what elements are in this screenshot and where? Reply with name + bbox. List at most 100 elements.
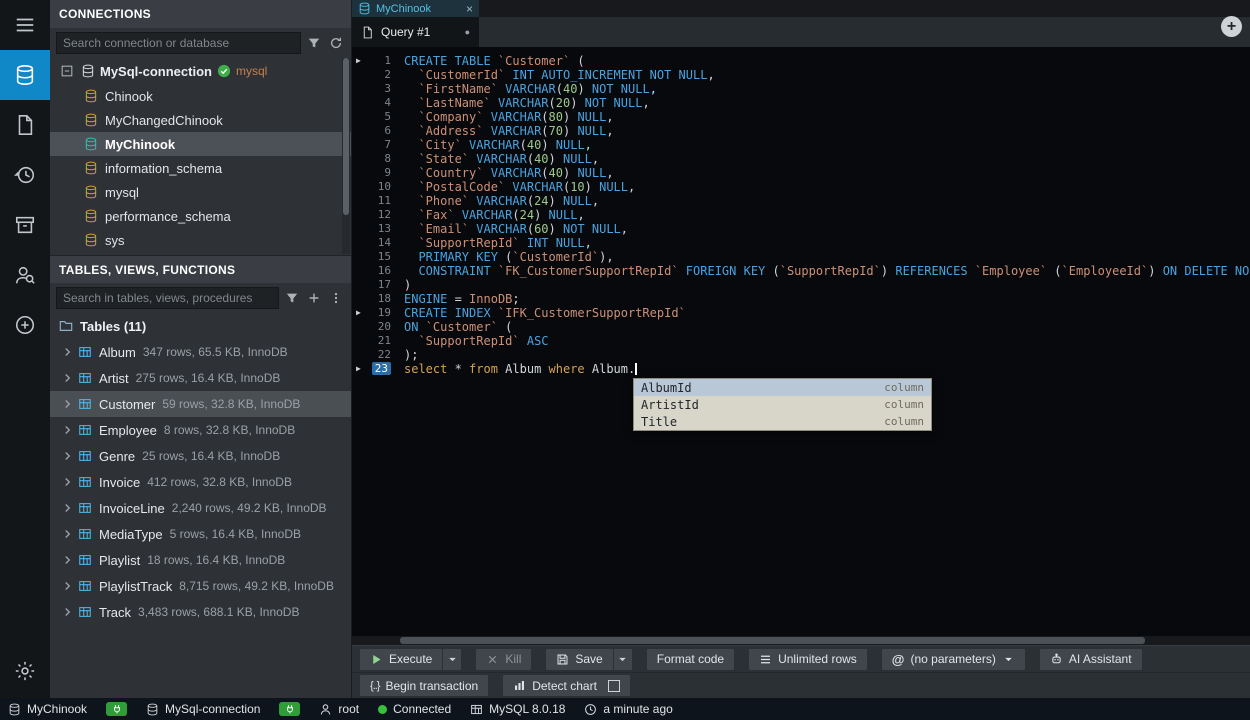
code-text: )	[400, 278, 411, 292]
rail-databases-button[interactable]	[0, 50, 50, 100]
connections-scrollbar[interactable]	[342, 58, 350, 254]
rail-add-connection-button[interactable]	[0, 300, 50, 350]
execute-label: Execute	[389, 652, 432, 666]
sql-editor[interactable]: ▶1CREATE TABLE `Customer` (2 `CustomerId…	[352, 47, 1250, 636]
autocomplete-item-Title[interactable]: Titlecolumn	[634, 413, 931, 430]
tables-group-label: Tables (11)	[80, 319, 146, 334]
connections-search-input[interactable]	[56, 32, 301, 54]
chevron-right-icon[interactable]	[60, 527, 75, 541]
detect-chart-checkbox[interactable]	[608, 680, 620, 692]
autocomplete-item-ArtistId[interactable]: ArtistIdcolumn	[634, 396, 931, 413]
collapse-icon[interactable]	[57, 62, 76, 81]
filter-icon[interactable]	[304, 34, 323, 53]
sidebar-table-MediaType[interactable]: MediaType5 rows, 16.4 KB, InnoDB	[50, 521, 351, 547]
sidebar-table-Playlist[interactable]: Playlist18 rows, 16.4 KB, InnoDB	[50, 547, 351, 573]
chevron-right-icon[interactable]	[60, 423, 75, 437]
rail-history-button[interactable]	[0, 150, 50, 200]
chevron-right-icon[interactable]	[60, 449, 75, 463]
scrollbar-thumb[interactable]	[343, 58, 349, 215]
execute-options-button[interactable]	[442, 649, 461, 670]
main-area: MyChinook × Query #1 ● + ▶1CREATE TABLE …	[352, 0, 1250, 698]
code-line-15: 15 PRIMARY KEY (`CustomerId`),	[352, 250, 1250, 264]
connection-item-mysql-connection[interactable]: MySql-connection mysql	[50, 58, 351, 84]
kill-label: Kill	[505, 652, 521, 666]
statusbar-connection[interactable]: MySql-connection	[146, 702, 260, 716]
tables-search-input[interactable]	[56, 287, 279, 309]
rail-menu-button[interactable]	[0, 0, 50, 50]
statement-marker[interactable]: ▶	[352, 306, 367, 320]
statusbar-refresh-time[interactable]: a minute ago	[584, 702, 672, 716]
rows-icon	[759, 653, 772, 666]
tab-query-1[interactable]: Query #1 ●	[352, 17, 479, 47]
table-icon	[78, 345, 92, 359]
code-text: `FirstName` VARCHAR(40) NOT NULL,	[400, 82, 657, 96]
statusbar-database[interactable]: MyChinook	[8, 702, 87, 716]
sidebar-table-Employee[interactable]: Employee8 rows, 32.8 KB, InnoDB	[50, 417, 351, 443]
chevron-right-icon[interactable]	[60, 397, 75, 411]
scrollbar-thumb[interactable]	[400, 637, 1145, 644]
table-name: Playlist	[99, 553, 140, 568]
statement-marker[interactable]: ▶	[352, 54, 367, 68]
kebab-menu-icon[interactable]	[326, 289, 345, 308]
sidebar-table-Customer[interactable]: Customer59 rows, 32.8 KB, InnoDB	[50, 391, 351, 417]
save-options-button[interactable]	[613, 649, 632, 670]
chevron-right-icon[interactable]	[60, 579, 75, 593]
sidebar-database-MyChinook[interactable]: MyChinook	[50, 132, 351, 156]
rail-user-search-button[interactable]	[0, 250, 50, 300]
table-name: Employee	[99, 423, 157, 438]
sidebar-table-Artist[interactable]: Artist275 rows, 16.4 KB, InnoDB	[50, 365, 351, 391]
chevron-right-icon[interactable]	[60, 345, 75, 359]
rail-settings-button[interactable]	[0, 646, 50, 696]
connection-icon	[81, 64, 95, 78]
execute-button[interactable]: Execute	[360, 649, 442, 670]
query-tabstrip: Query #1 ●	[352, 17, 1250, 47]
add-icon[interactable]	[304, 289, 323, 308]
sidebar-database-Chinook[interactable]: Chinook	[50, 84, 351, 108]
chevron-right-icon[interactable]	[60, 371, 75, 385]
suggestion-kind: column	[884, 381, 924, 394]
begin-transaction-button[interactable]: {..} Begin transaction	[360, 675, 488, 696]
sidebar-table-Track[interactable]: Track3,483 rows, 688.1 KB, InnoDB	[50, 599, 351, 625]
sidebar-table-Album[interactable]: Album347 rows, 65.5 KB, InnoDB	[50, 339, 351, 365]
table-name: Customer	[99, 397, 155, 412]
close-icon	[486, 653, 499, 666]
save-button[interactable]: Save	[546, 649, 612, 670]
table-info: 275 rows, 16.4 KB, InnoDB	[136, 371, 281, 385]
line-number: 19	[367, 306, 400, 320]
chevron-right-icon[interactable]	[60, 605, 75, 619]
refresh-icon[interactable]	[326, 34, 345, 53]
statement-marker[interactable]: ▶	[352, 362, 367, 376]
sidebar-table-InvoiceLine[interactable]: InvoiceLine2,240 rows, 49.2 KB, InnoDB	[50, 495, 351, 521]
sidebar-table-Invoice[interactable]: Invoice412 rows, 32.8 KB, InnoDB	[50, 469, 351, 495]
row-limit-button[interactable]: Unlimited rows	[749, 649, 867, 670]
table-name: PlaylistTrack	[99, 579, 172, 594]
sidebar-database-performance_schema[interactable]: performance_schema	[50, 204, 351, 228]
rail-archive-button[interactable]	[0, 200, 50, 250]
editor-hscrollbar[interactable]	[352, 636, 1250, 645]
format-code-button[interactable]: Format code	[647, 649, 734, 670]
sidebar-database-sys[interactable]: sys	[50, 228, 351, 252]
sidebar-table-PlaylistTrack[interactable]: PlaylistTrack8,715 rows, 49.2 KB, InnoDB	[50, 573, 351, 599]
sidebar-database-mysql[interactable]: mysql	[50, 180, 351, 204]
chevron-right-icon[interactable]	[60, 553, 75, 567]
sidebar-database-MyChangedChinook[interactable]: MyChangedChinook	[50, 108, 351, 132]
tab-mychinook[interactable]: MyChinook ×	[352, 0, 479, 17]
line-number: 10	[367, 180, 400, 194]
sidebar-table-Genre[interactable]: Genre25 rows, 16.4 KB, InnoDB	[50, 443, 351, 469]
parameters-button[interactable]: @ (no parameters)	[882, 649, 1025, 670]
tab-close-icon[interactable]: ×	[466, 2, 473, 16]
rail-files-button[interactable]	[0, 100, 50, 150]
chevron-right-icon[interactable]	[60, 475, 75, 489]
user-search-icon	[14, 264, 36, 286]
code-text: `Fax` VARCHAR(24) NULL,	[400, 208, 585, 222]
detect-chart-button[interactable]: Detect chart	[503, 675, 630, 696]
sidebar-database-information_schema[interactable]: information_schema	[50, 156, 351, 180]
autocomplete-item-AlbumId[interactable]: AlbumIdcolumn	[634, 379, 931, 396]
filter-icon[interactable]	[282, 289, 301, 308]
add-tab-button[interactable]: +	[1221, 16, 1242, 37]
chevron-right-icon[interactable]	[60, 501, 75, 515]
ai-assistant-button[interactable]: AI Assistant	[1040, 649, 1142, 670]
tables-group[interactable]: Tables (11)	[50, 313, 351, 339]
line-number: 7	[367, 138, 400, 152]
kill-button[interactable]: Kill	[476, 649, 531, 670]
